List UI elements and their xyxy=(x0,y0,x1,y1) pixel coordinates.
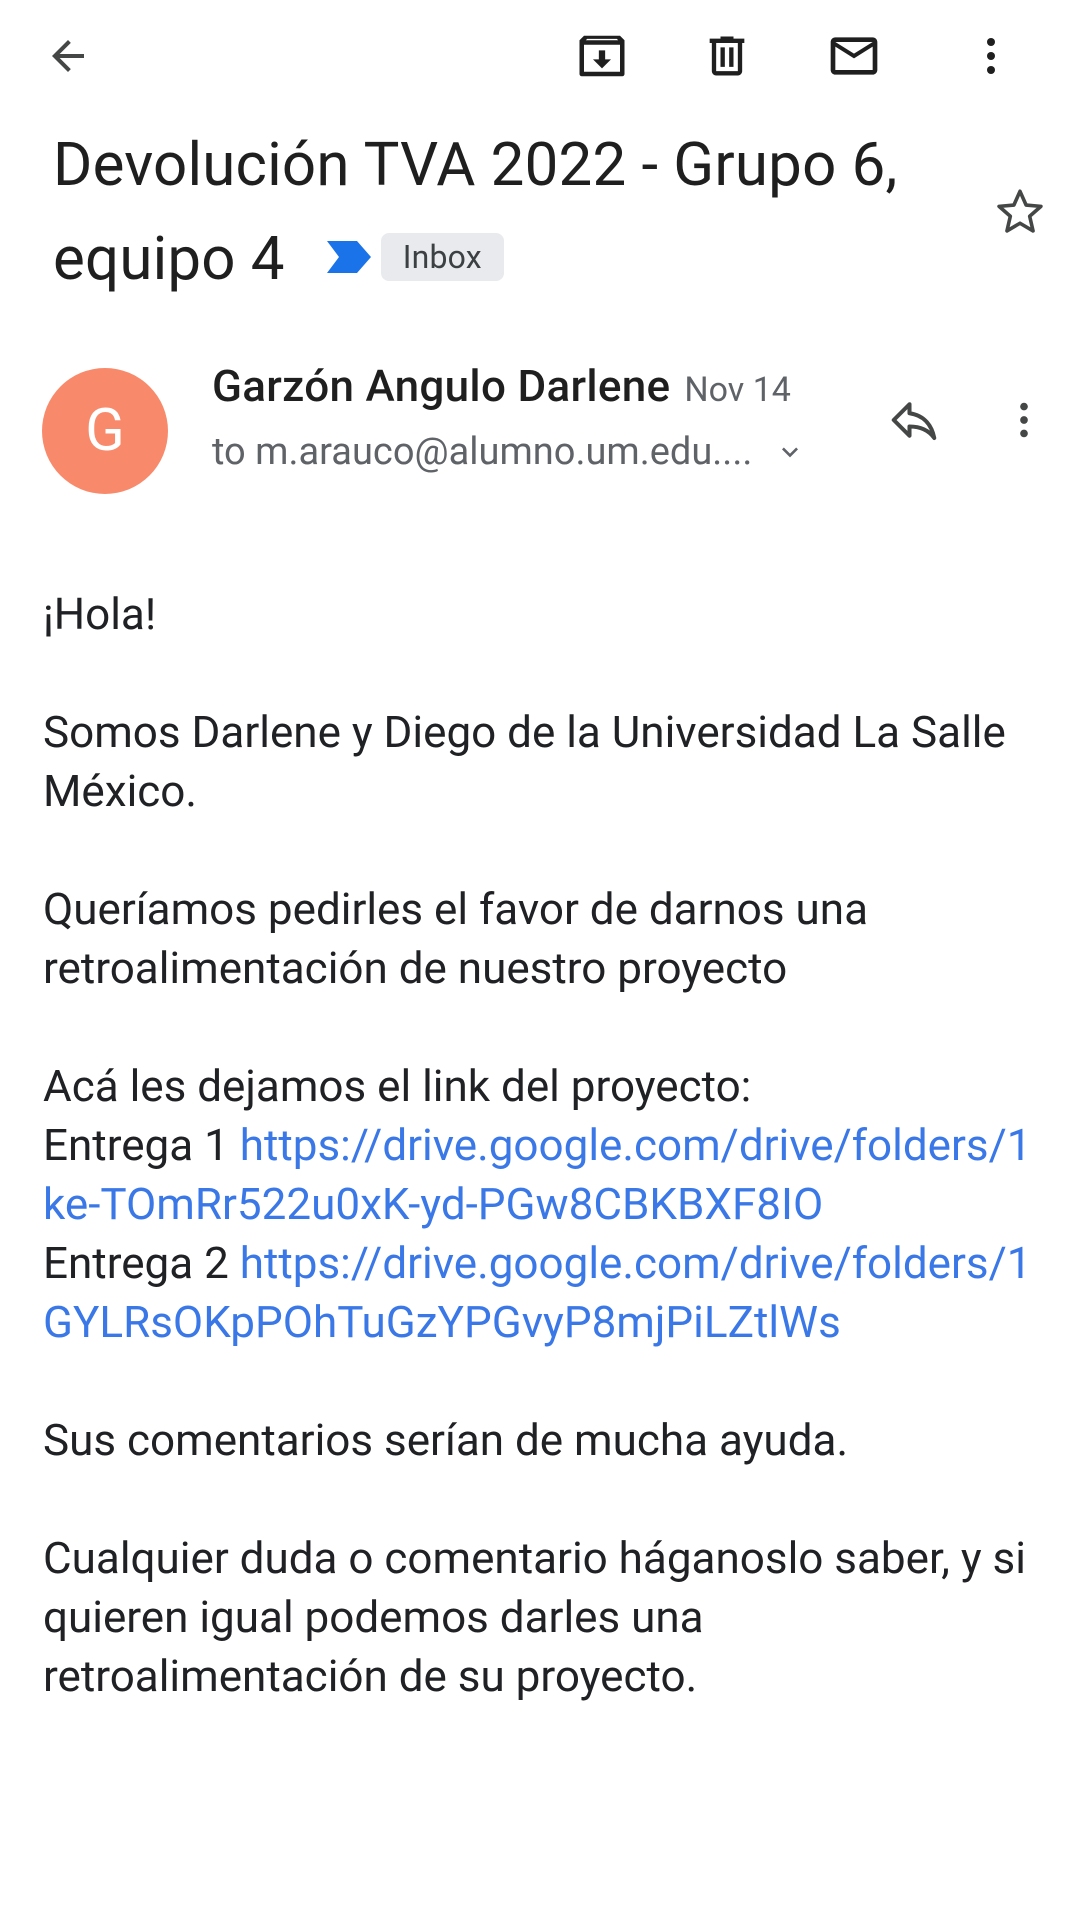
trash-icon xyxy=(709,36,745,76)
recipient-summary: to m.arauco@alumno.um.edu.... xyxy=(212,430,753,474)
body-request: Queríamos pedirles el favor de darnos un… xyxy=(43,883,868,994)
email-body: ¡Hola! Somos Darlene y Diego de la Unive… xyxy=(43,585,1053,1765)
links-intro: Acá les dejamos el link del proyecto: xyxy=(43,1060,752,1112)
mark-unread-button[interactable] xyxy=(822,24,886,88)
email-date: Nov 14 xyxy=(684,370,791,410)
chevron-down-icon xyxy=(782,447,799,458)
star-icon xyxy=(997,189,1043,233)
more-vert-icon xyxy=(987,38,995,74)
sender-avatar[interactable]: G xyxy=(42,368,168,494)
reply-icon xyxy=(891,402,937,441)
more-options-button[interactable] xyxy=(959,24,1023,88)
recipient-details-toggle[interactable]: to m.arauco@alumno.um.edu.... xyxy=(212,430,806,474)
mail-icon xyxy=(830,37,878,75)
delete-button[interactable] xyxy=(695,24,759,88)
arrow-back-icon xyxy=(52,40,84,72)
body-closing: Cualquier duda o comentario háganoslo sa… xyxy=(43,1532,1026,1702)
subject-block: Devolución TVA 2022 - Grupo 6, equipo 4I… xyxy=(53,118,953,306)
importance-marker-icon xyxy=(326,241,371,274)
top-toolbar xyxy=(0,0,1080,110)
entrega2-label: Entrega 2 xyxy=(43,1237,240,1289)
sender-row: Garzón Angulo Darlene Nov 14 xyxy=(212,360,791,412)
body-thanks: Sus comentarios serían de mucha ayuda. xyxy=(43,1414,849,1466)
sender-name: Garzón Angulo Darlene xyxy=(212,360,671,412)
labels: Inbox xyxy=(326,233,504,282)
avatar-initial: G xyxy=(85,397,125,465)
archive-icon xyxy=(579,35,625,77)
reply-button[interactable] xyxy=(880,386,948,454)
star-button[interactable] xyxy=(990,182,1050,242)
more-vert-icon xyxy=(1020,402,1028,438)
message-more-button[interactable] xyxy=(990,386,1058,454)
email-subject: Devolución TVA 2022 - Grupo 6, equipo 4I… xyxy=(53,118,953,306)
back-button[interactable] xyxy=(36,24,100,88)
archive-button[interactable] xyxy=(570,24,634,88)
body-intro: Somos Darlene y Diego de la Universidad … xyxy=(43,706,1006,817)
body-greeting: ¡Hola! xyxy=(43,588,157,640)
inbox-label-chip[interactable]: Inbox xyxy=(380,233,504,282)
entrega1-label: Entrega 1 xyxy=(43,1119,240,1171)
body-links: Acá les dejamos el link del proyecto: En… xyxy=(43,1057,1053,1352)
